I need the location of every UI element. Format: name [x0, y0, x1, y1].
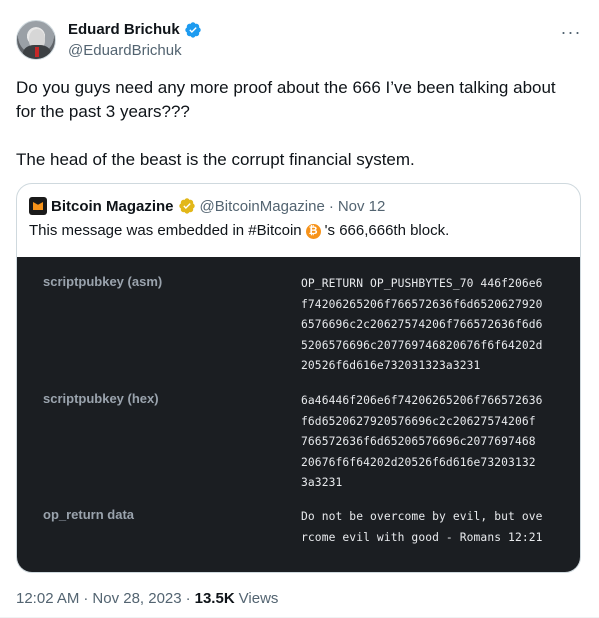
- row-value: 6a46446f206e6f74206265206f766572636 f6d6…: [301, 394, 543, 489]
- avatar-tie: [35, 47, 39, 57]
- quote-handle: @BitcoinMagazine: [199, 197, 325, 215]
- author-handle[interactable]: @EduardBrichuk: [68, 41, 202, 61]
- quote-separator: ·: [328, 197, 334, 215]
- post-date[interactable]: Nov 28, 2023: [92, 590, 181, 607]
- row-label: scriptpubkey (hex): [43, 391, 159, 406]
- verified-badge-icon: [184, 22, 201, 38]
- quote-text-after: 's 666,666th block.: [324, 222, 450, 239]
- footer-separator: ·: [185, 590, 191, 607]
- post-time[interactable]: 12:02 AM: [16, 590, 79, 607]
- bitcoin-emoji-icon: ₿: [305, 223, 321, 239]
- gold-verified-badge-icon: [178, 198, 195, 214]
- row-label: scriptpubkey (asm): [43, 274, 163, 289]
- quote-media-image[interactable]: scriptpubkey (asm) OP_RETURN OP_PUSHBYTE…: [17, 257, 580, 572]
- quoted-tweet-card[interactable]: Bitcoin Magazine @BitcoinMagazine · Nov …: [16, 183, 581, 573]
- author-block: Eduard Brichuk @EduardBrichuk: [68, 20, 202, 61]
- author-name-row[interactable]: Eduard Brichuk: [68, 20, 202, 40]
- row-value: Do not be overcome by evil, but ove rcom…: [301, 510, 543, 544]
- tweet: Eduard Brichuk @EduardBrichuk ··· Do you…: [0, 0, 599, 618]
- tweet-text: Do you guys need any more proof about th…: [16, 78, 556, 169]
- quote-header: Bitcoin Magazine @BitcoinMagazine · Nov …: [29, 196, 385, 216]
- row-value: OP_RETURN OP_PUSHBYTES_70 446f206e6 f742…: [301, 277, 543, 372]
- avatar[interactable]: [16, 20, 56, 60]
- quote-display-name: Bitcoin Magazine: [51, 197, 174, 215]
- views-label: Views: [238, 590, 279, 607]
- quote-date: Nov 12: [337, 197, 386, 215]
- footer-separator: ·: [83, 590, 89, 607]
- quote-text: This message was embedded in #Bitcoin ₿ …: [29, 221, 449, 241]
- views-count: 13.5K: [194, 590, 235, 607]
- tweet-header: Eduard Brichuk @EduardBrichuk ···: [16, 16, 583, 64]
- tweet-footer: 12:02 AM · Nov 28, 2023 · 13.5K Views: [16, 590, 278, 607]
- bitcoin-magazine-logo-icon: [29, 197, 47, 215]
- more-options-button[interactable]: ···: [559, 20, 583, 44]
- author-display-name[interactable]: Eduard Brichuk: [68, 20, 180, 40]
- quote-text-before: This message was embedded in #Bitcoin: [29, 222, 302, 239]
- row-label: op_return data: [43, 507, 135, 522]
- more-horizontal-icon: ···: [560, 21, 582, 42]
